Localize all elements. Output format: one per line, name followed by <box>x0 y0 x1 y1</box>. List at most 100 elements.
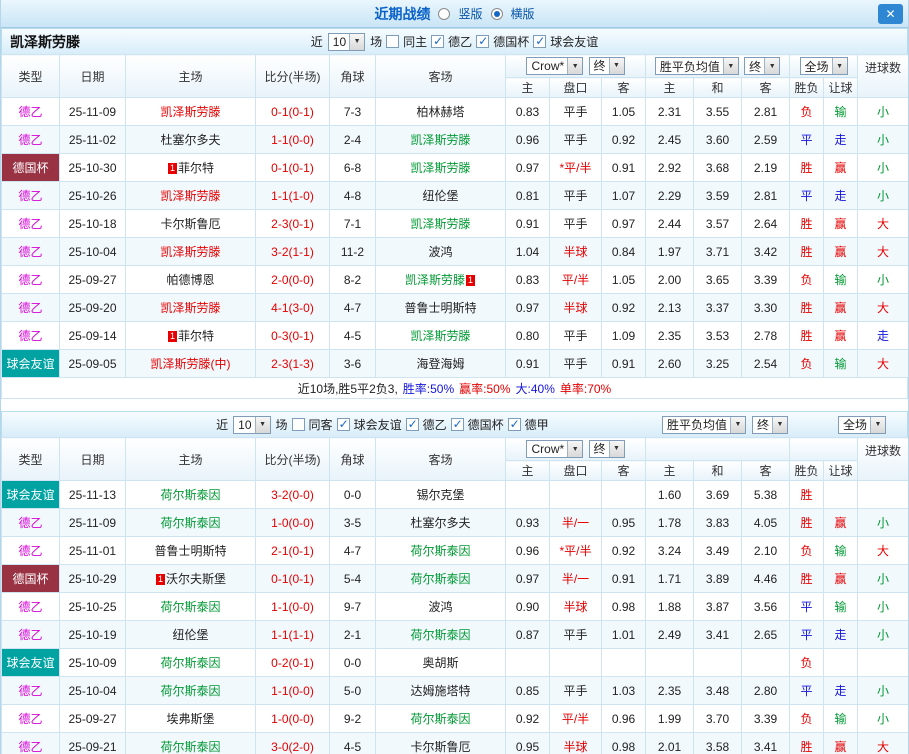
team-name[interactable]: 帕德博恩 <box>166 273 214 287</box>
fulltime-select[interactable]: 全场 <box>799 57 848 75</box>
score-cell: 0-3(0-1) <box>255 321 330 350</box>
avg-away-cell: 2.65 <box>741 620 790 649</box>
team-name[interactable]: 凯泽斯劳滕 <box>160 245 220 259</box>
team-name[interactable]: 埃弗斯堡 <box>166 712 214 726</box>
avg-final-select[interactable]: 终 <box>744 57 781 75</box>
team-name[interactable]: 荷尔斯泰因 <box>160 740 220 754</box>
chevron-down-icon <box>764 58 780 74</box>
team-name[interactable]: 波鸿 <box>428 245 452 259</box>
filter-league-label[interactable]: 德国杯 <box>493 33 529 50</box>
team-name[interactable]: 荷尔斯泰因 <box>160 516 220 530</box>
league-cell: 球会友谊 <box>1 349 60 378</box>
filter-league-label[interactable]: 德乙 <box>423 416 447 433</box>
team-name[interactable]: 卡尔斯鲁厄 <box>410 740 470 754</box>
wdl-cell: 负 <box>789 536 824 565</box>
team-name[interactable]: 凯泽斯劳滕 <box>160 189 220 203</box>
filter-checkbox[interactable] <box>507 417 521 431</box>
filter-checkbox[interactable] <box>476 34 490 48</box>
match-row: 德乙 25-11-09 凯泽斯劳滕 0-1(0-1) 7-3 柏林赫塔 0.83 平手 1.05… <box>1 97 908 126</box>
filter-checkbox[interactable] <box>405 417 419 431</box>
avg-draw-cell <box>693 648 742 677</box>
horizontal-layout-radio[interactable] <box>490 7 503 20</box>
team-name[interactable]: 达姆施塔特 <box>410 684 470 698</box>
summary-row: 近10场,胜5平2负3, 胜率:50% 赢率:50% 大:40% 单率:70% <box>1 378 908 399</box>
team-name[interactable]: 凯泽斯劳滕 <box>410 217 470 231</box>
team-name[interactable]: 荷尔斯泰因 <box>410 628 470 642</box>
team-name[interactable]: 凯泽斯劳滕 <box>410 133 470 147</box>
horizontal-layout-label[interactable]: 横版 <box>511 5 535 22</box>
filter-league-label[interactable]: 德乙 <box>448 33 472 50</box>
odds-home-cell <box>505 648 550 677</box>
score-cell: 4-1(3-0) <box>255 293 330 322</box>
match-count-select[interactable]: 10 <box>233 415 271 434</box>
date-cell: 25-11-01 <box>59 536 126 565</box>
match-row: 德乙 25-09-20 凯泽斯劳滕 4-1(3-0) 4-7 普鲁士明斯特 0.97 半球 0.… <box>1 293 908 322</box>
team-name[interactable]: 锡尔克堡 <box>416 488 464 502</box>
team-name[interactable]: 柏林赫塔 <box>416 105 464 119</box>
filter-same-label[interactable]: 同主 <box>403 33 427 50</box>
filter-checkbox[interactable] <box>533 34 547 48</box>
avg-select[interactable]: 胜平负均值 <box>661 415 746 434</box>
goals-result-cell: 小 <box>857 508 908 537</box>
team-name[interactable]: 凯泽斯劳滕 <box>160 105 220 119</box>
avg-final-select[interactable]: 终 <box>751 415 788 434</box>
away-team-cell: 凯泽斯劳滕 <box>375 153 506 182</box>
team-name[interactable]: 沃尔夫斯堡 <box>166 572 226 586</box>
team-name[interactable]: 海登海姆 <box>416 357 464 371</box>
team-name[interactable]: 纽伦堡 <box>172 628 208 642</box>
bookmaker-select[interactable]: Crow* <box>526 57 584 76</box>
team-name[interactable]: 卡尔斯鲁厄 <box>160 217 220 231</box>
team-name[interactable]: 菲尔特 <box>178 161 214 175</box>
filter-checkbox[interactable] <box>336 417 350 431</box>
team-name[interactable]: 波鸿 <box>428 600 452 614</box>
bookmaker-select[interactable]: Crow* <box>526 440 584 459</box>
team-name[interactable]: 杜塞尔多夫 <box>160 133 220 147</box>
goals-result-cell: 小 <box>857 153 908 182</box>
filter-checkbox[interactable] <box>386 35 400 48</box>
team-name[interactable]: 凯泽斯劳滕 <box>410 161 470 175</box>
filter-checkbox[interactable] <box>431 34 445 48</box>
team-name[interactable]: 凯泽斯劳滕 <box>160 301 220 315</box>
team-name[interactable]: 荷尔斯泰因 <box>160 488 220 502</box>
filter-checkbox[interactable] <box>291 418 305 431</box>
team-name[interactable]: 凯泽斯劳滕(中) <box>151 357 231 371</box>
team-name[interactable]: 奥胡斯 <box>422 656 458 670</box>
date-cell: 25-09-14 <box>59 321 126 350</box>
goals-result-cell: 大 <box>857 349 908 378</box>
vertical-layout-radio[interactable] <box>438 7 451 20</box>
filter-checkbox[interactable] <box>450 417 464 431</box>
match-row: 德乙 25-10-26 凯泽斯劳滕 1-1(1-0) 4-8 纽伦堡 0.81 平手 1.07 2… <box>1 181 908 210</box>
odds-final-select[interactable]: 终 <box>588 56 625 75</box>
wdl-cell: 胜 <box>789 732 824 754</box>
team-name[interactable]: 荷尔斯泰因 <box>160 656 220 670</box>
filter-league-label[interactable]: 德国杯 <box>468 416 504 433</box>
filter-league-label[interactable]: 球会友谊 <box>354 416 402 433</box>
col-avg-draw: 和 <box>693 460 742 481</box>
avg-select[interactable]: 胜平负均值 <box>654 57 739 75</box>
team-name[interactable]: 普鲁士明斯特 <box>154 544 226 558</box>
team-name[interactable]: 纽伦堡 <box>422 189 458 203</box>
team-name[interactable]: 菲尔特 <box>178 329 214 343</box>
filter-same-label[interactable]: 同客 <box>309 416 333 433</box>
team-name[interactable]: 荷尔斯泰因 <box>160 684 220 698</box>
close-button[interactable]: ✕ <box>878 4 903 24</box>
team-name[interactable]: 荷尔斯泰因 <box>410 544 470 558</box>
odds-home-cell: 0.96 <box>505 125 550 154</box>
match-count-select[interactable]: 10 <box>327 32 366 51</box>
team-name[interactable]: 荷尔斯泰因 <box>410 572 470 586</box>
filter-league-label[interactable]: 球会友谊 <box>550 33 598 50</box>
fulltime-select[interactable]: 全场 <box>837 415 886 434</box>
away-team-cell: 荷尔斯泰因 <box>375 704 506 733</box>
vertical-layout-label[interactable]: 竖版 <box>458 5 482 22</box>
team-name[interactable]: 杜塞尔多夫 <box>410 516 470 530</box>
odds-final-select[interactable]: 终 <box>588 439 625 458</box>
team-name[interactable]: 荷尔斯泰因 <box>160 600 220 614</box>
team-name[interactable]: 凯泽斯劳滕 <box>405 273 465 287</box>
odds-home-cell: 0.83 <box>505 265 550 294</box>
away-team-cell: 凯泽斯劳滕 <box>375 125 506 154</box>
team-name[interactable]: 荷尔斯泰因 <box>410 712 470 726</box>
team-name[interactable]: 凯泽斯劳滕 <box>410 329 470 343</box>
filter-league-label[interactable]: 德甲 <box>525 416 549 433</box>
avg-home-cell <box>645 648 694 677</box>
team-name[interactable]: 普鲁士明斯特 <box>404 301 476 315</box>
